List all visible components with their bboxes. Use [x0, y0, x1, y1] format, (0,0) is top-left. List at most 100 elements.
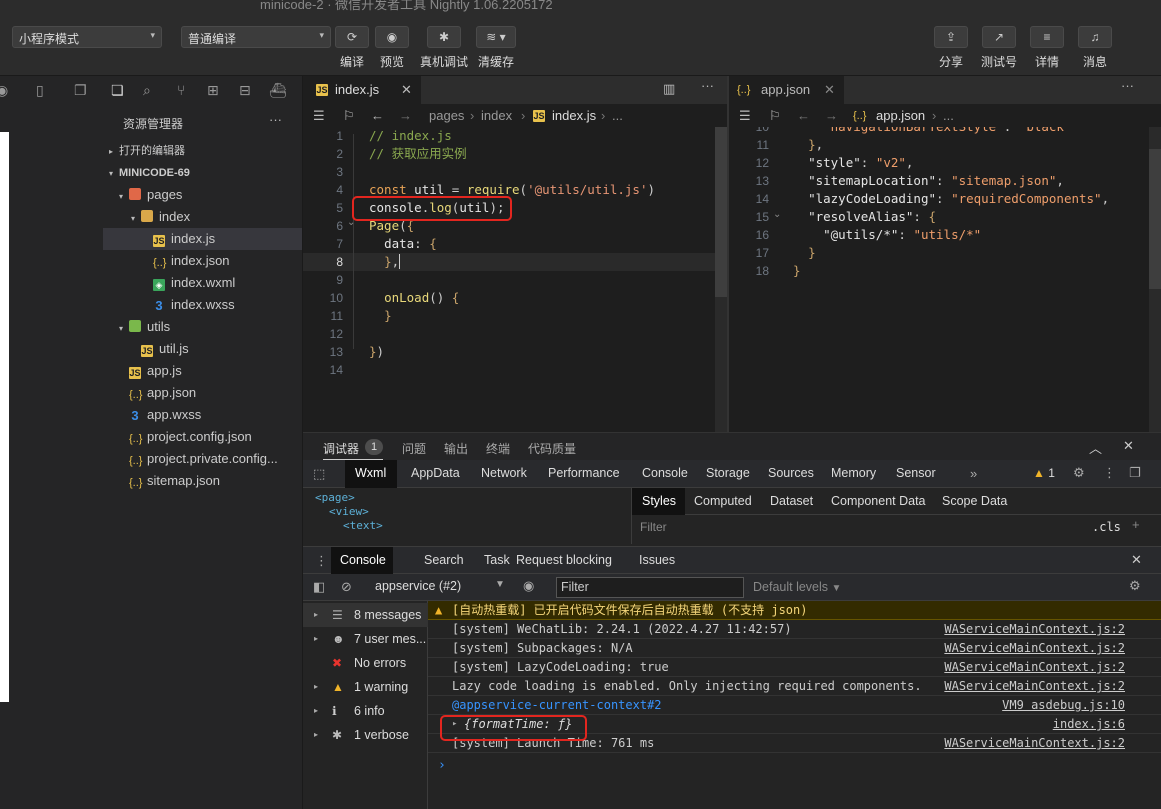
console-filter-warning[interactable]: ▸ ▲ 1 warning [303, 675, 428, 699]
more-panels[interactable]: » [970, 466, 977, 481]
share-button[interactable]: ⇪ 分享 [931, 26, 971, 70]
tree-item-app-js[interactable]: JS app.js [103, 360, 302, 382]
styles-filter[interactable]: Filter [640, 520, 667, 534]
tree-item-pages[interactable]: ▾ pages [103, 184, 302, 206]
preview-button[interactable]: ◉ 预览 [372, 26, 412, 70]
undock-icon[interactable]: ❐ [1129, 465, 1141, 481]
drawer-tab-search[interactable]: Search [424, 553, 464, 567]
phone-icon[interactable]: ▯ [36, 82, 44, 99]
panel-tab-sources[interactable]: Sources [768, 466, 814, 480]
styles-tab-styles[interactable]: Styles [642, 494, 676, 508]
back-icon[interactable]: ← [797, 105, 810, 127]
extensions-icon[interactable]: ⊞ [207, 82, 219, 99]
tree-item-sitemap-json[interactable]: {..} sitemap.json [103, 470, 302, 492]
storage-icon[interactable]: ⊟ [239, 82, 251, 99]
styles-tab-component-data[interactable]: Component Data [831, 494, 926, 508]
tree-item-util-js[interactable]: JS util.js [103, 338, 302, 360]
console-source-link[interactable]: index.js:6 [1053, 715, 1125, 734]
panel-tab-console[interactable]: Console [642, 466, 688, 480]
gear-icon[interactable]: ⚙ [1073, 465, 1085, 481]
list-icon[interactable]: ☰ [313, 105, 325, 127]
details-button[interactable]: ≡ 详情 [1027, 26, 1067, 70]
more-vertical-icon[interactable]: ⋮ [1103, 465, 1116, 481]
gear-icon[interactable]: ⚙ [1129, 578, 1141, 594]
fold-chevron-icon[interactable]: ⌄ [773, 209, 781, 220]
plus-icon[interactable]: + [1132, 517, 1140, 532]
panel-tab-sensor[interactable]: Sensor [896, 466, 936, 480]
console-filter-user[interactable]: ▸ ☻ 7 user mes... [303, 627, 428, 651]
wxml-node[interactable]: <text> [303, 519, 631, 533]
tab-debugger[interactable]: 调试器 1 [323, 439, 383, 457]
more-icon[interactable]: ··· [269, 112, 282, 127]
console-source-link[interactable]: WAServiceMainContext.js:2 [944, 734, 1125, 753]
tree-item-index-wxml[interactable]: ◈ index.wxml [103, 272, 302, 294]
mode-select[interactable]: 小程序模式 ▾ [12, 26, 162, 48]
console-source-link[interactable]: WAServiceMainContext.js:2 [944, 658, 1125, 677]
open-editors-section[interactable]: ▸ 打开的编辑器 [103, 140, 302, 162]
right-code-editor[interactable]: 10 11 12 13 14 15 16 17 18 "navigationBarTextSty… [729, 127, 1161, 432]
wxml-node[interactable]: <view> [303, 505, 631, 519]
console-message[interactable]: [system] WeChatLib: 2.24.1 (2022.4.27 11… [428, 620, 1161, 639]
window-icon[interactable]: ❐ [74, 82, 87, 99]
tree-item-index-json[interactable]: {..} index.json [103, 250, 302, 272]
panel-tab-storage[interactable]: Storage [706, 466, 750, 480]
panel-tab-appdata[interactable]: AppData [411, 466, 460, 480]
breadcrumb-file[interactable]: index.js [552, 105, 596, 127]
tab-code-quality[interactable]: 代码质量 [528, 440, 576, 457]
remote-debug-button[interactable]: ✱ 真机调试 [418, 26, 470, 70]
drawer-tab-issues[interactable]: Issues [639, 553, 675, 567]
tree-item-project-private-config-[interactable]: {..} project.private.config... [103, 448, 302, 470]
console-filter-error[interactable]: ✖ No errors [303, 651, 428, 675]
console-filter-bug[interactable]: ▸ ✱ 1 verbose [303, 723, 428, 747]
tree-item-app-json[interactable]: {..} app.json [103, 382, 302, 404]
eye-icon[interactable]: ◉ [523, 578, 534, 594]
chevron-up-icon[interactable]: ︿ [1089, 438, 1102, 457]
close-icon[interactable]: ✕ [401, 76, 412, 104]
console-source-link[interactable]: WAServiceMainContext.js:2 [944, 677, 1125, 696]
more-vertical-icon[interactable]: ⋮ [315, 553, 328, 569]
bookmark-icon[interactable]: ⚐ [769, 105, 781, 127]
source-control-icon[interactable]: ⑂ [177, 82, 185, 98]
tab-problems[interactable]: 问题 [402, 440, 426, 457]
project-section[interactable]: ▾ MINICODE-69 [103, 162, 302, 184]
scrollbar-thumb[interactable] [1149, 149, 1161, 289]
warning-icon[interactable]: ▲ 1 [1033, 466, 1055, 480]
tab-output[interactable]: 输出 [444, 440, 468, 457]
list-icon[interactable]: ☰ [739, 105, 751, 127]
clear-cache-button[interactable]: ≋ ▾ 清缓存 [474, 26, 518, 70]
panel-tab-performance[interactable]: Performance [548, 466, 620, 480]
tree-item-index-js[interactable]: JS index.js [103, 228, 302, 250]
back-icon[interactable]: ← [371, 105, 384, 127]
console-message[interactable]: [system] LazyCodeLoading: true WAServiceM… [428, 658, 1161, 677]
inspect-icon[interactable]: ⬚ [313, 466, 325, 482]
docker-icon[interactable]: ⛴ [269, 82, 287, 99]
close-icon[interactable]: ✕ [1123, 438, 1134, 454]
drawer-tab-request-blocking[interactable]: Request blocking [516, 553, 612, 567]
more-icon[interactable]: ··· [1121, 78, 1134, 93]
files-icon[interactable]: ❏ [111, 82, 124, 99]
panel-tab-wxml[interactable]: Wxml [355, 466, 386, 480]
tab-terminal[interactable]: 终端 [486, 440, 510, 457]
left-code-editor[interactable]: 1 2 3 4 5 6 7 8 9 10 11 12 13 14 // index.js // 获取应用实… [303, 127, 727, 432]
console-source-link[interactable]: WAServiceMainContext.js:2 [944, 620, 1125, 639]
compile-select[interactable]: 普通编译 ▾ [181, 26, 331, 48]
console-filter-info[interactable]: ▸ ℹ 6 info [303, 699, 428, 723]
test-account-button[interactable]: ↗ 测试号 [976, 26, 1022, 70]
panel-tab-network[interactable]: Network [481, 466, 527, 480]
breadcrumb-file[interactable]: app.json [876, 105, 925, 127]
compile-button[interactable]: ⟳ 编译 [332, 26, 372, 70]
bookmark-icon[interactable]: ⚐ [343, 105, 355, 127]
split-editor-icon[interactable]: ▥ [663, 81, 675, 97]
console-message[interactable]: [system] Subpackages: N/A WAServiceMainCo… [428, 639, 1161, 658]
context-select[interactable]: appservice (#2) ▼ [375, 579, 505, 593]
console-source-link[interactable]: VM9 asdebug.js:10 [1002, 696, 1125, 715]
tab-index-js[interactable]: JS index.js ✕ [303, 76, 421, 104]
search-icon[interactable]: ⌕ [143, 82, 151, 99]
panel-tab-memory[interactable]: Memory [831, 466, 876, 480]
breadcrumb-more[interactable]: ... [943, 105, 954, 127]
close-icon[interactable]: ✕ [1131, 552, 1142, 568]
forward-icon[interactable]: → [399, 105, 412, 127]
scrollbar-thumb[interactable] [715, 127, 727, 297]
tab-app-json[interactable]: {..} app.json ✕ [729, 76, 844, 104]
console-filter-input[interactable]: Filter [556, 577, 744, 598]
